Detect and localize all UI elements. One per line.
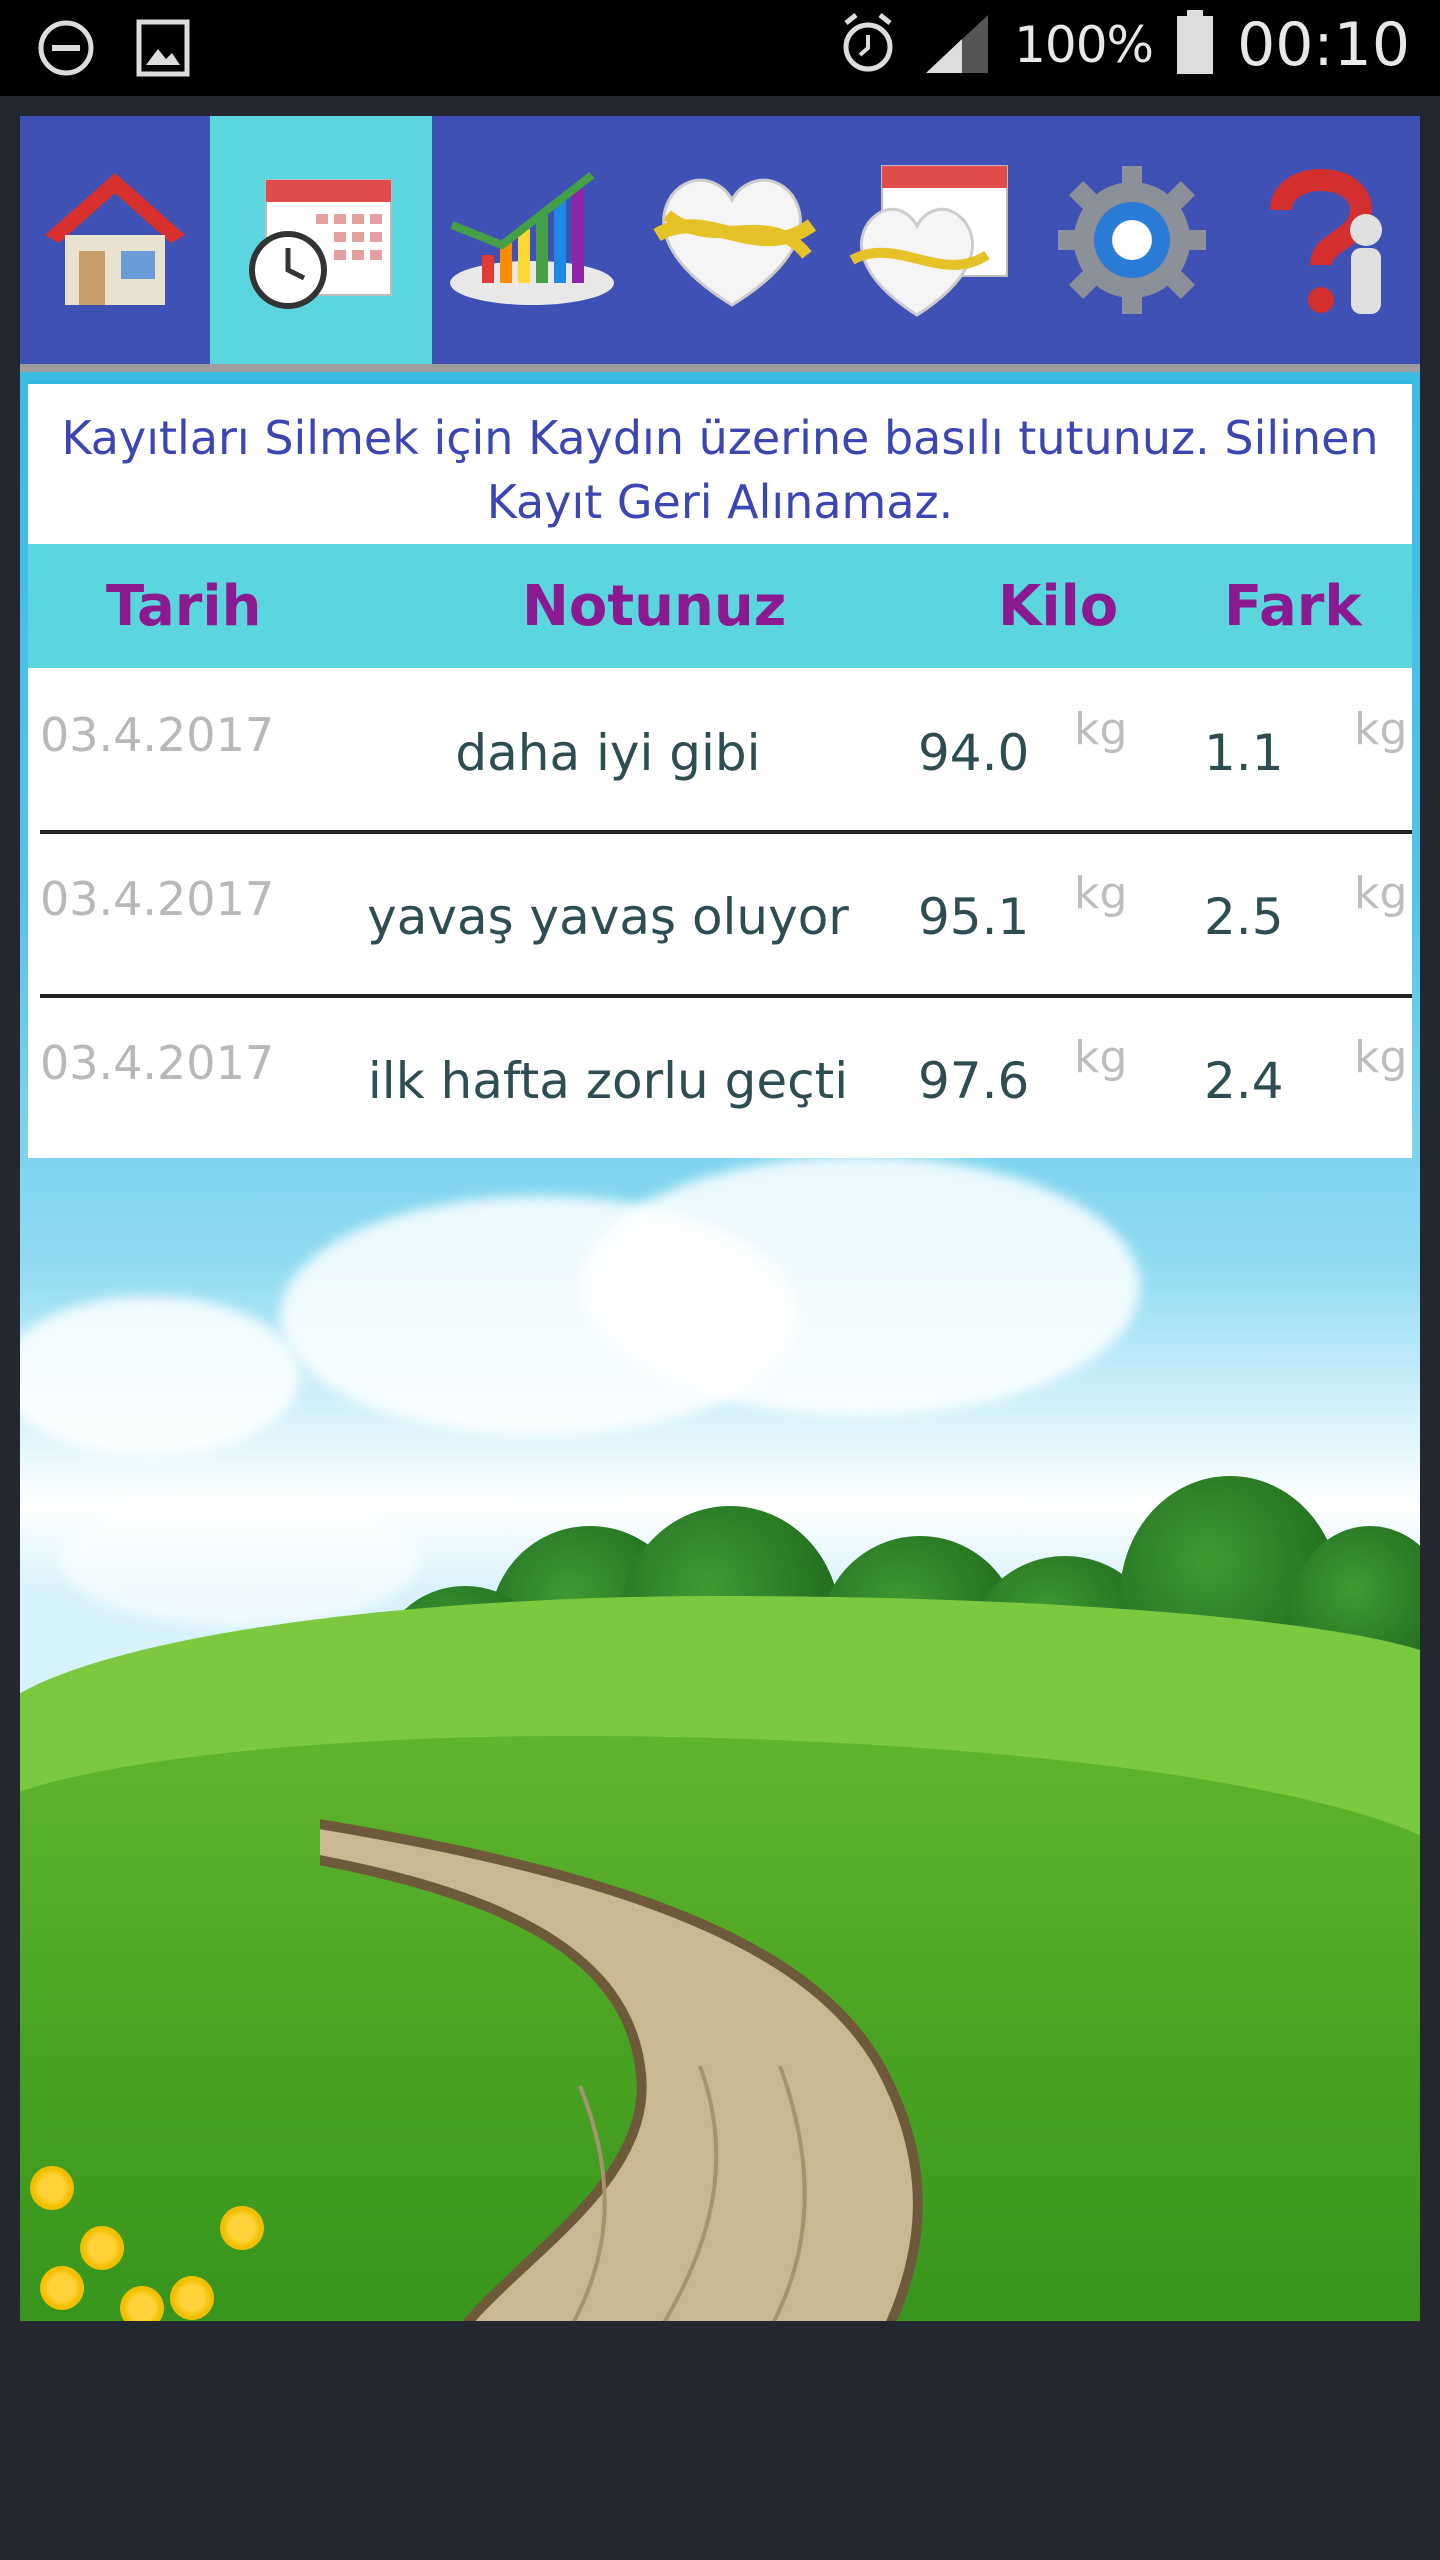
row-kilo: 94.0: [918, 724, 1030, 782]
row-date: 03.4.2017: [40, 1036, 275, 1090]
battery-percent: 100%: [1014, 16, 1154, 74]
chart-button[interactable]: [432, 116, 632, 364]
row-kilo-unit: kg: [1074, 868, 1128, 919]
history-button[interactable]: [210, 116, 432, 364]
row-fark-unit: kg: [1354, 1032, 1408, 1083]
column-header-note: Notunuz: [522, 574, 787, 639]
signal-icon: [922, 11, 992, 79]
delete-hint-banner: Kayıtları Silmek için Kaydın üzerine bas…: [28, 380, 1412, 544]
app-window: Kayıtları Silmek için Kaydın üzerine bas…: [20, 116, 1420, 2321]
bar-chart-icon: [442, 165, 622, 315]
brick-path: [320, 1819, 923, 2321]
row-date: 03.4.2017: [40, 708, 275, 762]
column-header-kilo: Kilo: [998, 574, 1119, 639]
row-kilo-unit: kg: [1074, 704, 1128, 755]
top-toolbar: [20, 116, 1420, 372]
row-fark-unit: kg: [1354, 868, 1408, 919]
gear-icon: [1052, 160, 1212, 320]
row-note: ilk hafta zorlu geçti: [367, 1052, 849, 1110]
gallery-icon: [136, 19, 190, 81]
calendar-clock-icon: [246, 170, 396, 310]
measure-button[interactable]: [632, 116, 832, 364]
row-note: daha iyi gibi: [455, 724, 761, 782]
measure-calendar-button[interactable]: [832, 116, 1032, 364]
settings-button[interactable]: [1032, 116, 1232, 364]
column-header-date: Tarih: [106, 574, 262, 639]
table-row[interactable]: 03.4.2017 yavaş yavaş oluyor 95.1 kg 2.5…: [28, 832, 1412, 996]
heart-calendar-icon: [847, 160, 1017, 320]
row-kilo: 97.6: [918, 1052, 1030, 1110]
row-fark: 2.4: [1204, 1052, 1284, 1110]
row-fark-unit: kg: [1354, 704, 1408, 755]
status-bar: 100% 00:10: [0, 0, 1440, 96]
home-button[interactable]: [20, 116, 210, 364]
do-not-disturb-icon: [36, 18, 96, 82]
records-table: 03.4.2017 daha iyi gibi 94.0 kg 1.1 kg 0…: [28, 668, 1412, 1158]
clock-time: 00:10: [1237, 10, 1410, 80]
table-row[interactable]: 03.4.2017 ilk hafta zorlu geçti 97.6 kg …: [28, 996, 1412, 1160]
help-button[interactable]: [1232, 116, 1420, 364]
house-icon: [35, 165, 195, 315]
battery-icon: [1175, 10, 1215, 80]
row-note: yavaş yavaş oluyor: [367, 888, 849, 946]
row-date: 03.4.2017: [40, 872, 275, 926]
row-kilo-unit: kg: [1074, 1032, 1128, 1083]
question-icon: [1251, 160, 1401, 320]
row-kilo: 95.1: [918, 888, 1030, 946]
table-header: Tarih Notunuz Kilo Fark: [28, 544, 1412, 668]
alarm-icon: [836, 11, 900, 79]
row-fark: 2.5: [1204, 888, 1284, 946]
column-header-fark: Fark: [1224, 574, 1362, 639]
heart-tape-icon: [647, 165, 817, 315]
row-fark: 1.1: [1204, 724, 1284, 782]
table-row[interactable]: 03.4.2017 daha iyi gibi 94.0 kg 1.1 kg: [28, 668, 1412, 832]
